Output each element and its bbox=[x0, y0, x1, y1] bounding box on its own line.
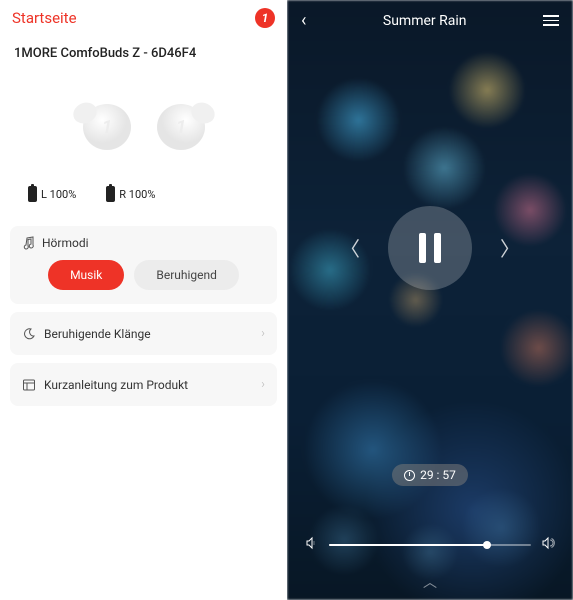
battery-icon bbox=[106, 186, 115, 202]
device-name: 1MORE ComfoBuds Z - 6D46F4 bbox=[0, 36, 287, 61]
chevron-right-icon: › bbox=[261, 377, 265, 392]
previous-button[interactable]: 〈 bbox=[340, 233, 360, 262]
back-button[interactable]: ‹ bbox=[301, 10, 306, 31]
mode-calm-button[interactable]: Beruhigend bbox=[134, 260, 239, 290]
battery-right: R 100% bbox=[106, 186, 155, 202]
track-title: Summer Rain bbox=[383, 13, 467, 29]
collapse-button[interactable]: ︿ bbox=[287, 572, 573, 600]
soothing-sounds-row[interactable]: Beruhigende Klänge › bbox=[10, 312, 277, 355]
chevron-right-icon: › bbox=[261, 326, 265, 341]
volume-slider[interactable] bbox=[329, 544, 531, 546]
product-image: 1 1 bbox=[0, 61, 287, 176]
volume-up-icon[interactable] bbox=[541, 536, 555, 554]
player-header: ‹ Summer Rain bbox=[287, 0, 573, 31]
earbud-left-icon: 1 bbox=[65, 91, 135, 156]
volume-fill bbox=[329, 544, 487, 546]
timer-value: 29 : 57 bbox=[420, 468, 456, 482]
brand-badge-icon[interactable]: 1 bbox=[255, 8, 275, 28]
svg-text:1: 1 bbox=[175, 117, 185, 138]
moon-icon bbox=[22, 327, 36, 341]
note-icon bbox=[22, 236, 36, 250]
volume-thumb[interactable] bbox=[483, 541, 491, 549]
mode-buttons: Musik Beruhigend bbox=[22, 260, 265, 294]
left-header: Startseite 1 bbox=[0, 0, 287, 36]
quick-guide-row[interactable]: Kurzanleitung zum Produkt › bbox=[10, 363, 277, 406]
battery-right-label: R 100% bbox=[119, 188, 155, 201]
pause-icon bbox=[419, 233, 441, 263]
home-title: Startseite bbox=[12, 9, 77, 27]
svg-text:1: 1 bbox=[101, 117, 111, 138]
volume-row bbox=[287, 536, 573, 572]
player-screen: ‹ Summer Rain 〈 〉 29 : 57 bbox=[287, 0, 573, 600]
earbud-right-icon: 1 bbox=[153, 91, 223, 156]
next-button[interactable]: 〉 bbox=[500, 233, 520, 262]
menu-icon[interactable] bbox=[543, 15, 559, 26]
battery-icon bbox=[28, 186, 37, 202]
sleep-timer[interactable]: 29 : 57 bbox=[392, 464, 468, 486]
clock-icon bbox=[404, 470, 415, 481]
modes-label: Hörmodi bbox=[42, 236, 89, 250]
battery-status: L 100% R 100% bbox=[0, 176, 287, 222]
guide-icon bbox=[22, 378, 36, 392]
device-screen: Startseite 1 1MORE ComfoBuds Z - 6D46F4 … bbox=[0, 0, 287, 600]
soothing-sounds-label: Beruhigende Klänge bbox=[44, 327, 151, 341]
battery-left: L 100% bbox=[28, 186, 76, 202]
player-controls: 〈 〉 bbox=[287, 51, 573, 444]
mode-music-button[interactable]: Musik bbox=[48, 260, 124, 290]
volume-down-icon[interactable] bbox=[305, 536, 319, 554]
listening-modes-card: Hörmodi Musik Beruhigend bbox=[10, 226, 277, 304]
play-pause-button[interactable] bbox=[388, 206, 472, 290]
quick-guide-label: Kurzanleitung zum Produkt bbox=[44, 378, 188, 392]
battery-left-label: L 100% bbox=[41, 188, 76, 201]
modes-title-row: Hörmodi bbox=[22, 236, 265, 250]
